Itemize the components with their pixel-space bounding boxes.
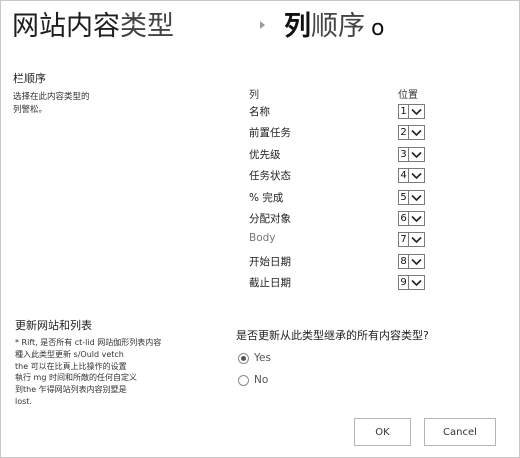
column-row-label: 截止日期 — [249, 277, 291, 289]
position-header: 位置 — [398, 90, 418, 101]
radio-selected-dot — [241, 356, 246, 361]
ok-button[interactable]: OK — [354, 418, 411, 446]
position-select[interactable]: 1 — [398, 104, 425, 119]
position-select[interactable]: 2 — [398, 125, 425, 140]
chevron-down-icon[interactable] — [408, 255, 424, 268]
position-select-value: 4 — [400, 170, 407, 181]
no-radio-label[interactable]: No — [254, 374, 268, 386]
position-select[interactable]: 7 — [398, 232, 425, 247]
update-sites-description-line: * Rift, 是否所有 ct-lid 网站伽形列表内容 — [15, 338, 162, 347]
position-select-value: 6 — [400, 213, 407, 224]
column-row-label: 分配对象 — [249, 213, 291, 225]
page-subtitle: 列顺序 o — [284, 8, 384, 48]
update-sites-description-line: 種入此类型更新 s/Ould vetch — [15, 349, 124, 359]
column-row-label: 开始日期 — [249, 256, 291, 268]
position-select[interactable]: 6 — [398, 211, 425, 226]
update-sites-description-line: lost. — [15, 396, 32, 406]
page-subtitle-suffix: o — [371, 16, 385, 41]
yes-radio-label[interactable]: Yes — [254, 352, 271, 364]
breadcrumb-arrow-icon — [260, 21, 265, 29]
position-select[interactable]: 8 — [398, 254, 425, 269]
chevron-down-icon[interactable] — [408, 212, 424, 225]
column-order-description: 选择在此内容类型的 列警松。 — [13, 91, 90, 116]
column-row-label: 名称 — [249, 106, 270, 118]
chevron-down-icon[interactable] — [408, 233, 424, 246]
position-select-value: 8 — [400, 256, 407, 267]
column-order-section-title: 栏顺序 — [13, 72, 46, 85]
chevron-down-icon[interactable] — [408, 169, 424, 182]
update-sites-description-line: the 可以在比頁上比操作的设置 — [15, 361, 127, 371]
position-select-value: 1 — [400, 106, 407, 117]
page-title-part2: 类型 — [120, 11, 174, 42]
column-row-label: 优先级 — [249, 149, 281, 161]
position-select-value: 3 — [400, 149, 407, 160]
position-select-value: 5 — [400, 192, 407, 203]
position-select[interactable]: 9 — [398, 275, 425, 290]
position-select-value: 7 — [400, 234, 407, 245]
column-row-label: Body — [249, 232, 276, 244]
update-sites-description-line: 到the 乍得网站列表内容别墅是 — [15, 385, 127, 395]
column-header: 列 — [249, 90, 259, 101]
update-question: 是否更新从此类型继承的所有内容类型? — [236, 329, 429, 342]
column-order-description-line: 选择在此内容类型的 — [13, 92, 90, 102]
position-select[interactable]: 3 — [398, 147, 425, 162]
position-select-value: 2 — [400, 127, 407, 138]
page-title: 网站内容类型 — [12, 8, 174, 46]
chevron-down-icon[interactable] — [408, 126, 424, 139]
page-title-part1: 网站内容 — [12, 11, 120, 42]
update-sites-description: * Rift, 是否所有 ct-lid 网站伽形列表内容 種入此类型更新 s/O… — [15, 337, 161, 408]
position-select-value: 9 — [400, 277, 407, 288]
chevron-down-icon[interactable] — [408, 148, 424, 161]
update-sites-section-title: 更新网站和列表 — [15, 319, 92, 332]
chevron-down-icon[interactable] — [408, 105, 424, 118]
column-row-label: 前置任务 — [249, 127, 291, 139]
yes-radio[interactable] — [238, 353, 249, 364]
column-order-description-line: 列警松。 — [13, 104, 48, 115]
position-select[interactable]: 4 — [398, 168, 425, 183]
no-radio[interactable] — [238, 375, 249, 386]
update-sites-description-line: 執行 mg 时间和所敵的任何自定义 — [15, 373, 137, 383]
column-row-label: % 完成 — [249, 192, 284, 204]
chevron-down-icon[interactable] — [408, 276, 424, 289]
page-subtitle-regular: 顺序 — [311, 11, 365, 42]
cancel-button[interactable]: Cancel — [424, 418, 496, 446]
position-select[interactable]: 5 — [398, 190, 425, 205]
column-row-label: 任务状态 — [249, 170, 291, 182]
page-subtitle-bold: 列 — [284, 11, 311, 42]
chevron-down-icon[interactable] — [408, 191, 424, 204]
